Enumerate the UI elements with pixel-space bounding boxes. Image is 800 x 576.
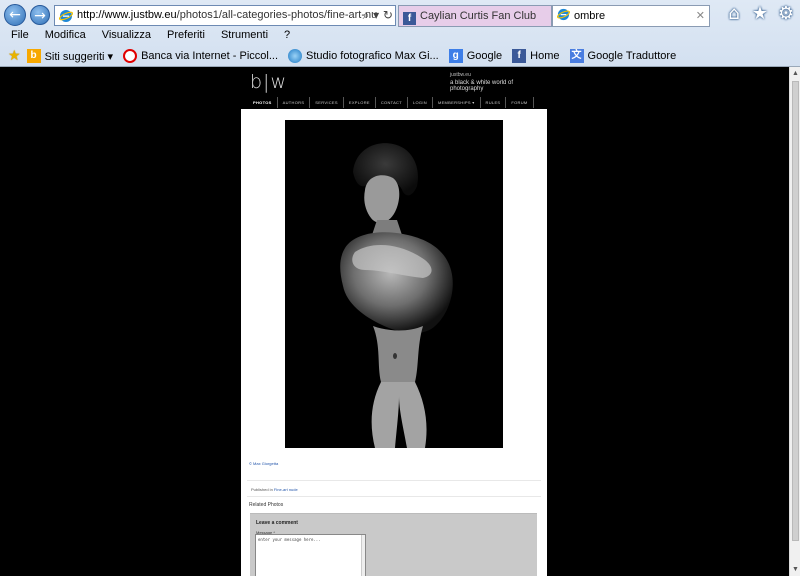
- fav-label: Siti suggeriti ▾: [44, 50, 114, 63]
- back-button[interactable]: ←: [4, 4, 26, 26]
- scroll-down-icon[interactable]: ▼: [791, 565, 800, 574]
- google-icon: g: [448, 49, 463, 63]
- favorites-bar: ★ b Siti suggeriti ▾ Banca via Internet -…: [0, 46, 686, 66]
- fav-label: Home: [530, 50, 560, 62]
- fav-google-traduttore[interactable]: 文 Google Traduttore: [569, 49, 677, 63]
- tab-ombre[interactable]: ombre ✕: [552, 5, 710, 27]
- fav-banca[interactable]: Banca via Internet - Piccol...: [123, 49, 278, 63]
- tab-label: Caylian Curtis Fan Club: [420, 10, 537, 22]
- site-domain: justbw.eu: [450, 72, 471, 78]
- fav-google[interactable]: g Google: [448, 49, 503, 63]
- page-scrollbar[interactable]: ▲ ▼: [789, 67, 800, 576]
- comment-form-title: Leave a comment: [256, 520, 298, 526]
- google-translate-icon: 文: [569, 49, 584, 63]
- nav-contact[interactable]: CONTACT: [376, 97, 408, 108]
- favorites-star-icon[interactable]: ★: [750, 4, 770, 24]
- ie-icon: [288, 49, 303, 63]
- ie-icon: [557, 8, 570, 21]
- site-tagline: a black & white world of photography: [450, 80, 514, 92]
- menu-help[interactable]: ?: [282, 28, 296, 44]
- category-link[interactable]: Fine-art nude: [274, 487, 298, 492]
- photo-content-panel: © Max Giorgetta Published in Fine-art nu…: [241, 109, 547, 576]
- photo-figure-silhouette: [340, 143, 453, 448]
- bing-icon: b: [26, 49, 41, 63]
- back-arrow-icon: ←: [9, 7, 21, 23]
- site-logo[interactable]: b|w: [250, 71, 287, 93]
- browser-chrome: ← → http://www.justbw.eu/photos1/all-cat…: [0, 0, 800, 67]
- scroll-up-icon[interactable]: ▲: [791, 69, 800, 78]
- url-text[interactable]: http://www.justbw.eu/photos1/all-categor…: [77, 9, 377, 21]
- nav-rules[interactable]: RULES: [481, 97, 507, 108]
- menu-visualizza[interactable]: Visualizza: [100, 28, 157, 44]
- address-tools-icons[interactable]: ⌕ ▾ ↻: [363, 8, 393, 23]
- published-info: Published in Fine-art nude: [251, 487, 298, 492]
- close-tab-icon[interactable]: ✕: [696, 6, 705, 26]
- comment-form: Leave a comment Message * enter your mes…: [250, 513, 537, 576]
- facebook-icon: f: [403, 12, 416, 25]
- fav-studio-fotografico[interactable]: Studio fotografico Max Gi...: [288, 49, 439, 63]
- facebook-icon: f: [512, 49, 527, 63]
- main-photo[interactable]: [285, 120, 503, 448]
- nav-forum[interactable]: FORUM: [506, 97, 534, 108]
- fav-home[interactable]: f Home: [512, 49, 560, 63]
- fav-siti-suggeriti[interactable]: b Siti suggeriti ▾: [26, 49, 114, 63]
- nav-memberships[interactable]: MEMBERSHIPS ▾: [433, 97, 481, 108]
- textarea-scrollbar[interactable]: [361, 535, 365, 576]
- gear-icon[interactable]: ⚙: [776, 4, 796, 24]
- ie-icon: [59, 10, 73, 22]
- menu-preferiti[interactable]: Preferiti: [165, 28, 211, 44]
- divider: [247, 480, 541, 481]
- scrollbar-thumb[interactable]: [792, 81, 799, 541]
- url-path: /photos1/all-categories-photos/fine-art-…: [176, 9, 377, 21]
- nav-authors[interactable]: AUTHORS: [278, 97, 311, 108]
- menu-strumenti[interactable]: Strumenti: [219, 28, 274, 44]
- photo-credit-link[interactable]: © Max Giorgetta: [249, 461, 278, 466]
- nav-login[interactable]: LOGIN: [408, 97, 433, 108]
- unicredit-icon: [123, 49, 138, 63]
- forward-arrow-icon: →: [34, 8, 46, 24]
- fav-label: Studio fotografico Max Gi...: [306, 50, 439, 62]
- divider: [247, 496, 541, 497]
- add-favorite-star-icon[interactable]: ★: [8, 48, 21, 64]
- message-placeholder: enter your message here...: [258, 537, 321, 542]
- menu-bar: File Modifica Visualizza Preferiti Strum…: [0, 28, 296, 44]
- web-page: b|w justbw.eu a black & white world of p…: [0, 67, 789, 576]
- nav-services[interactable]: SERVICES: [310, 97, 344, 108]
- tab-caylian-curtis[interactable]: f Caylian Curtis Fan Club: [398, 5, 552, 27]
- published-prefix: Published in: [251, 487, 273, 492]
- message-textarea[interactable]: enter your message here...: [255, 534, 366, 576]
- nav-explore[interactable]: EXPLORE: [344, 97, 376, 108]
- url-host: http://www.justbw.eu: [77, 9, 177, 21]
- menu-modifica[interactable]: Modifica: [43, 28, 92, 44]
- site-nav: PHOTOS AUTHORS SERVICES EXPLORE CONTACT …: [248, 97, 534, 108]
- toolbar-icons: ⌂ ★ ⚙: [724, 4, 796, 24]
- menu-file[interactable]: File: [0, 28, 35, 44]
- home-icon[interactable]: ⌂: [724, 4, 744, 24]
- forward-button[interactable]: →: [30, 5, 50, 25]
- nav-photos[interactable]: PHOTOS: [248, 97, 278, 108]
- fav-label: Google: [466, 50, 503, 62]
- fav-label: Google Traduttore: [587, 50, 677, 62]
- related-photos-heading: Related Photos: [249, 502, 284, 508]
- tab-label: ombre: [574, 10, 606, 22]
- address-bar[interactable]: http://www.justbw.eu/photos1/all-categor…: [54, 5, 396, 26]
- fav-label: Banca via Internet - Piccol...: [141, 50, 279, 62]
